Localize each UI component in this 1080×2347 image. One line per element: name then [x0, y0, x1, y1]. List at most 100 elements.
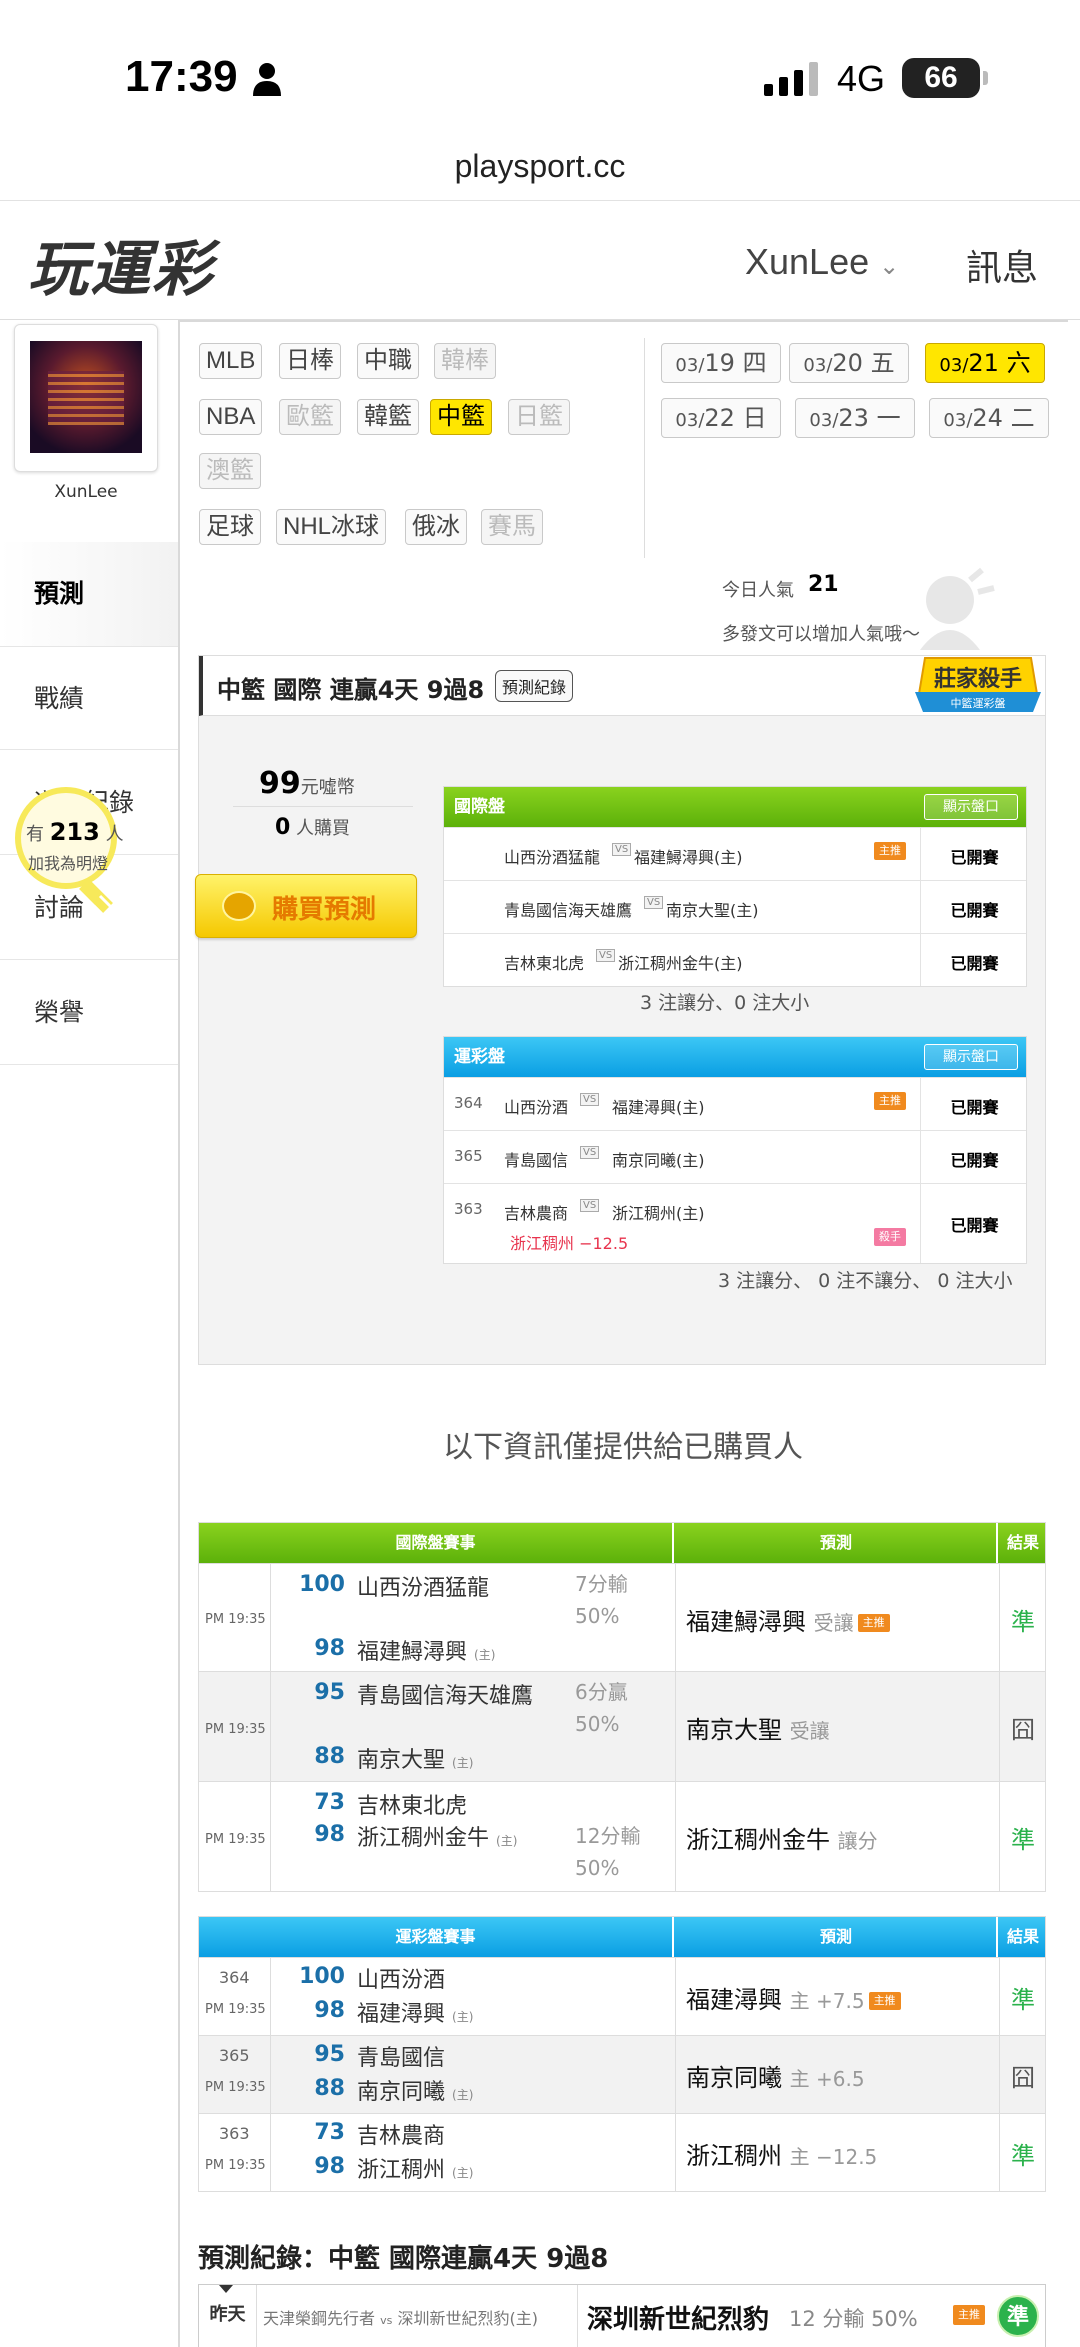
- table-row: PM 19:35 73 吉林東北虎 98 浙江稠州金牛 (主) 12分輸 50% 浙江…: [199, 1781, 1045, 1891]
- status-started: 已開賽: [920, 934, 1028, 986]
- username-label: XunLee: [745, 241, 870, 282]
- filter-bleague: 日籃: [508, 399, 570, 435]
- spread-line: 浙江稠州 −12.5: [510, 1234, 629, 1253]
- filter-cba[interactable]: 中籃: [430, 399, 492, 435]
- vs-icon: VS: [612, 843, 632, 856]
- home-pick-badge: 主推: [857, 1614, 890, 1632]
- sidebar-item-honor[interactable]: 榮譽: [0, 961, 178, 1065]
- fans-hint: 加我為明燈: [28, 854, 109, 873]
- buy-prediction-label: 購買預測: [272, 895, 377, 925]
- vs-icon: VS: [580, 1093, 600, 1106]
- vs-icon: VS: [596, 949, 616, 962]
- show-line-button[interactable]: 顯示盤口: [924, 1044, 1018, 1070]
- result-correct: 準: [1011, 1608, 1035, 1636]
- filter-cpbl[interactable]: 中職: [357, 343, 419, 379]
- popularity-label: 今日人氣: [722, 580, 794, 601]
- status-started: 已開賽: [920, 1131, 1028, 1183]
- avatar-image: [30, 341, 142, 453]
- network-type: 4G: [837, 58, 886, 99]
- record-day: 昨天: [199, 2285, 257, 2347]
- result-correct-badge: 準: [997, 2295, 1039, 2337]
- result-correct: 準: [1011, 2142, 1035, 2170]
- sidebar-item-record[interactable]: 戰績: [0, 646, 178, 750]
- avatar-name: XunLee: [54, 482, 118, 502]
- table-row: PM 19:35 100 山西汾酒猛龍 98 福建鱘潯興 (主) 7分輸 50% 福建…: [199, 1563, 1045, 1671]
- result-correct: 準: [1011, 1826, 1035, 1854]
- logo-text: 玩運彩: [28, 235, 214, 305]
- record-match: 天津榮鋼先行者 vs 深圳新世紀烈豹(主): [263, 2309, 538, 2328]
- filter-nhl[interactable]: NHL冰球: [276, 509, 387, 545]
- svg-text:莊家殺手: 莊家殺手: [934, 666, 1022, 692]
- fans-count: 有 213 人: [26, 818, 124, 846]
- killer-badge: 殺手: [874, 1228, 906, 1246]
- date-0322[interactable]: 03/22 日: [661, 398, 781, 438]
- vs-icon: VS: [644, 896, 664, 909]
- buy-prediction-button[interactable]: 購買預測: [195, 874, 417, 938]
- bookie-killer-badge: 莊家殺手 中籃運彩盤: [915, 657, 1041, 712]
- buyers-count: 0 人購買: [275, 815, 351, 840]
- date-0321[interactable]: 03/21 六: [925, 343, 1045, 383]
- prediction-record-button[interactable]: 預測紀錄: [495, 670, 574, 702]
- clock: 17:39: [125, 52, 238, 101]
- site-logo[interactable]: 玩運彩: [28, 221, 214, 308]
- divider: [233, 806, 413, 807]
- lottery-results-table: 運彩盤賽事 預測 結果 364 PM 19:35 100 山西汾酒 98 福建潯興 (主)…: [198, 1916, 1046, 2192]
- prediction-card: 中籃 國際 連贏4天 9過8 預測紀錄 莊家殺手 中籃運彩盤 99元噓幣 0 人…: [195, 655, 1046, 1365]
- filter-divider: [644, 338, 645, 558]
- table-row: 吉林東北虎 VS 浙江稠州金牛(主) 已開賽: [444, 933, 1026, 986]
- date-0320[interactable]: 03/20 五: [789, 343, 909, 383]
- filter-nba[interactable]: NBA: [199, 399, 263, 435]
- card-title: 中籃 國際 連贏4天 9過8: [217, 676, 485, 704]
- table-header: 運彩盤賽事 預測 結果: [199, 1917, 1045, 1957]
- lottery-totals: 3 注讓分、 0 注不讓分、 0 注大小: [718, 1270, 1013, 1292]
- battery-icon: 66: [902, 58, 988, 98]
- filter-kbo: 韓棒: [434, 343, 496, 379]
- popularity-value: 21: [808, 572, 839, 597]
- table-row: 青島國信海天雄鷹 VS 南京大聖(主) 已開賽: [444, 880, 1026, 933]
- address-bar[interactable]: playsport.cc: [0, 148, 1080, 185]
- lottery-line-header: 運彩盤 顯示盤口: [444, 1037, 1026, 1077]
- date-0324[interactable]: 03/24 二: [929, 398, 1049, 438]
- site-header: 玩運彩 XunLee ⌄ 訊息: [0, 200, 1080, 320]
- popularity-hint: 多發文可以增加人氣哦～: [722, 624, 920, 645]
- lottery-line-table: 運彩盤 顯示盤口 364 山西汾酒 VS 福建潯興(主) 主推 已開賽 365 青島國…: [443, 1036, 1027, 1264]
- filter-khl[interactable]: 俄冰: [405, 509, 467, 545]
- record-pick: 深圳新世紀烈豹: [587, 2305, 770, 2335]
- show-line-button[interactable]: 顯示盤口: [924, 794, 1018, 820]
- user-menu[interactable]: XunLee ⌄: [745, 241, 899, 283]
- person-icon: [253, 63, 281, 96]
- table-row: 363 PM 19:35 73 吉林農商 98 浙江稠州 (主) 浙江稠州 主 −12…: [199, 2113, 1045, 2191]
- date-0319[interactable]: 03/19 四: [661, 343, 781, 383]
- chevron-down-icon: ⌄: [879, 253, 900, 280]
- home-pick-badge: 主推: [874, 1092, 906, 1110]
- filter-npb[interactable]: 日棒: [279, 343, 341, 379]
- filter-mlb[interactable]: MLB: [199, 343, 263, 379]
- status-started: 已開賽: [920, 828, 1028, 880]
- avatar[interactable]: [14, 324, 158, 472]
- home-pick-badge: 主推: [874, 842, 906, 860]
- filter-soccer[interactable]: 足球: [199, 509, 261, 545]
- status-bar: 17:39 4G 66 playsport.cc: [0, 0, 1080, 184]
- intl-results-table: 國際盤賽事 預測 結果 PM 19:35 100 山西汾酒猛龍 98 福建鱘潯興 (主)…: [198, 1522, 1046, 1892]
- vs-icon: VS: [580, 1146, 600, 1159]
- coin-icon: [222, 891, 256, 921]
- messages-link[interactable]: 訊息: [966, 239, 1038, 291]
- table-row: 364 PM 19:35 100 山西汾酒 98 福建潯興 (主) 福建潯興 主 +7…: [199, 1957, 1045, 2035]
- record-row[interactable]: 昨天 天津榮鋼先行者 vs 深圳新世紀烈豹(主) 深圳新世紀烈豹 12 分輸 5…: [198, 2284, 1046, 2347]
- intl-totals: 3 注讓分、0 注大小: [640, 992, 810, 1014]
- date-0323[interactable]: 03/23 一: [795, 398, 915, 438]
- home-pick-badge: 主推: [868, 1992, 901, 2010]
- result-correct: 準: [1011, 1986, 1035, 2014]
- sidebar-item-predict[interactable]: 預測: [0, 542, 178, 646]
- table-header: 國際盤賽事 預測 結果: [199, 1523, 1045, 1563]
- price: 99元噓幣: [259, 766, 355, 801]
- table-row: 365 PM 19:35 95 青島國信 88 南京同曦 (主) 南京同曦 主 +6.…: [199, 2035, 1045, 2113]
- divider: [577, 2285, 578, 2347]
- filter-kbl[interactable]: 韓籃: [357, 399, 419, 435]
- table-row: 364 山西汾酒 VS 福建潯興(主) 主推 已開賽: [444, 1077, 1026, 1130]
- buyers-only-notice: 以下資訊僅提供給已購買人: [443, 1430, 803, 1465]
- filter-nbl: 澳籃: [199, 453, 261, 489]
- table-row: 山西汾酒猛龍 VS 福建鱘潯興(主) 主推 已開賽: [444, 827, 1026, 880]
- status-started: 已開賽: [920, 1184, 1028, 1263]
- table-row: PM 19:35 95 青島國信海天雄鷹 88 南京大聖 (主) 6分贏 50% 南京…: [199, 1671, 1045, 1781]
